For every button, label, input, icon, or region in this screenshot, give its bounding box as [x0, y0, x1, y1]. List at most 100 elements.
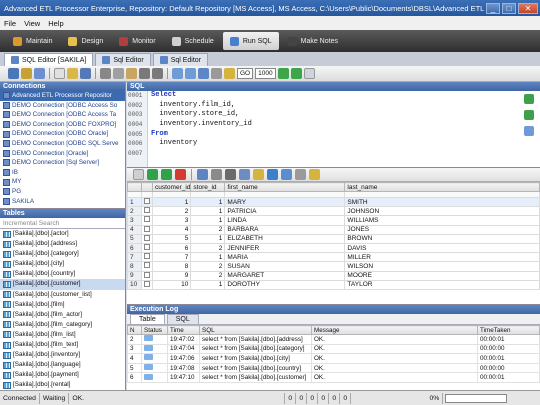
connection-item[interactable]: DEMO Connection [Sql Server]: [0, 158, 125, 168]
connection-item[interactable]: DEMO Connection [ODBC Oracle]: [0, 129, 125, 139]
connection-item[interactable]: DEMO Connection [ODBC SQL Serve: [0, 139, 125, 149]
row-checkbox[interactable]: [141, 270, 153, 281]
cell-first-name[interactable]: MARGARET: [224, 270, 346, 281]
connection-item[interactable]: DEMO Connection [Oracle]: [0, 149, 125, 159]
incremental-search-input[interactable]: Incremental Search: [0, 218, 125, 229]
row-checkbox[interactable]: [141, 224, 153, 235]
cell-last-name[interactable]: WILLIAMS: [344, 215, 540, 226]
cell-first-name[interactable]: JENNIFER: [224, 242, 346, 254]
options-icon[interactable]: [303, 68, 315, 79]
print-icon[interactable]: [239, 169, 250, 180]
table-row[interactable]: 6 6 2 JENNIFER DAVIS: [127, 242, 540, 254]
table-list-item[interactable]: [Sakila].[dbo].[film_actor]: [0, 310, 125, 320]
doc-tab-sql-editor[interactable]: Sql Editor: [152, 53, 209, 66]
save-icon[interactable]: [34, 68, 45, 79]
cell-last-name[interactable]: DAVIS: [344, 242, 540, 254]
copy-icon[interactable]: [113, 68, 124, 79]
row-checkbox[interactable]: [141, 261, 153, 272]
tab-make-notes[interactable]: Make Notes: [281, 32, 345, 50]
grid-settings-icon[interactable]: [197, 169, 208, 180]
arrow-up-icon[interactable]: [524, 94, 534, 104]
cell-customer-id[interactable]: 1: [151, 196, 192, 208]
new-icon[interactable]: [54, 68, 65, 79]
checkbox-icon[interactable]: [144, 198, 150, 205]
table-list-item[interactable]: [Sakila].[dbo].[actor]: [0, 229, 125, 239]
grid-new-icon[interactable]: [133, 169, 144, 180]
row-checkbox[interactable]: [141, 215, 153, 226]
cell-last-name[interactable]: WILSON: [344, 261, 540, 272]
undo-icon[interactable]: [139, 68, 150, 79]
execute-all-icon[interactable]: [290, 68, 302, 79]
menu-file[interactable]: File: [4, 19, 16, 28]
checkbox-icon[interactable]: [144, 244, 150, 251]
columns-icon[interactable]: [281, 169, 292, 180]
find-icon[interactable]: [172, 68, 183, 79]
checkbox-icon[interactable]: [144, 271, 150, 278]
cell-last-name[interactable]: SMITH: [344, 196, 540, 208]
replace-icon[interactable]: [185, 68, 196, 79]
table-list-item[interactable]: [Sakila].[dbo].[customer_list]: [0, 290, 125, 300]
table-list-item[interactable]: [Sakila].[dbo].[film]: [0, 300, 125, 310]
cell-customer-id[interactable]: 6: [151, 242, 192, 254]
cell-store-id[interactable]: 2: [190, 224, 226, 235]
cell-customer-id[interactable]: 9: [151, 270, 192, 281]
cell-customer-id[interactable]: 7: [151, 252, 192, 263]
log-column-header[interactable]: Time: [167, 325, 200, 335]
column-header[interactable]: last_name: [344, 182, 540, 192]
table-row[interactable]: 1 1 1 MARY SMITH: [127, 196, 540, 208]
cell-store-id[interactable]: 1: [190, 206, 226, 217]
folder-icon[interactable]: [67, 68, 78, 79]
connection-item[interactable]: Advanced ETL Processor Repositor: [0, 91, 125, 101]
clipboard-icon[interactable]: [524, 126, 534, 136]
sql-code-area[interactable]: Select inventory.film_id, inventory.stor…: [151, 91, 506, 159]
table-list-item[interactable]: [Sakila].[dbo].[payment]: [0, 370, 125, 380]
row-checkbox[interactable]: [141, 252, 153, 263]
doc-tab-sql-editor[interactable]: Sql Editor: [95, 53, 151, 66]
tab-monitor[interactable]: Monitor: [112, 32, 162, 50]
checkbox-icon[interactable]: [144, 253, 150, 260]
cell-customer-id[interactable]: 2: [151, 206, 192, 217]
connection-item[interactable]: SAKILA: [0, 197, 125, 207]
connection-item[interactable]: MY: [0, 177, 125, 187]
import-icon[interactable]: [267, 169, 278, 180]
table-list-item[interactable]: [Sakila].[dbo].[film_category]: [0, 320, 125, 330]
grid-view-icon[interactable]: [295, 169, 306, 180]
table-list-item[interactable]: [Sakila].[dbo].[country]: [0, 269, 125, 279]
cut-icon[interactable]: [100, 68, 111, 79]
cell-last-name[interactable]: JOHNSON: [344, 206, 540, 217]
cell-first-name[interactable]: MARIA: [224, 252, 346, 263]
row-checkbox[interactable]: [141, 279, 153, 290]
table-list-item[interactable]: [Sakila].[dbo].[address]: [0, 239, 125, 249]
cell-customer-id[interactable]: 3: [151, 215, 192, 226]
checkbox-icon[interactable]: [144, 280, 150, 287]
go-select[interactable]: GO: [237, 68, 254, 79]
tab-maintain[interactable]: Maintain: [6, 32, 59, 50]
connection-item[interactable]: PG: [0, 187, 125, 197]
chart-icon[interactable]: [309, 169, 320, 180]
cell-first-name[interactable]: LINDA: [224, 215, 346, 226]
tab-schedule[interactable]: Schedule: [165, 32, 221, 50]
table-list-item[interactable]: [Sakila].[dbo].[rental]: [0, 380, 125, 390]
connect-icon[interactable]: [8, 68, 19, 79]
tab-design[interactable]: Design: [61, 32, 110, 50]
format-icon[interactable]: [198, 68, 209, 79]
checkbox-icon[interactable]: [144, 216, 150, 223]
table-row[interactable]: 4 4 2 BARBARA JONES: [127, 224, 540, 235]
arrow-down-icon[interactable]: [524, 110, 534, 120]
table-list-item[interactable]: [Sakila].[dbo].[city]: [0, 259, 125, 269]
table-list-item[interactable]: [Sakila].[dbo].[language]: [0, 360, 125, 370]
cell-last-name[interactable]: TAYLOR: [344, 279, 540, 290]
checkbox-icon[interactable]: [144, 234, 150, 241]
table-row[interactable]: 3 3 1 LINDA WILLIAMS: [127, 215, 540, 226]
cell-last-name[interactable]: JONES: [344, 224, 540, 235]
cell-store-id[interactable]: 1: [190, 196, 226, 208]
cell-last-name[interactable]: MOORE: [344, 270, 540, 281]
comment-icon[interactable]: [224, 68, 235, 79]
checkbox-icon[interactable]: [144, 225, 150, 232]
table-row[interactable]: 10 10 1 DOROTHY TAYLOR: [127, 279, 540, 290]
tab-run-sql[interactable]: Run SQL: [222, 32, 279, 50]
row-checkbox[interactable]: [141, 233, 153, 244]
cell-store-id[interactable]: 2: [190, 242, 226, 254]
table-list-item[interactable]: [Sakila].[dbo].[customer]: [0, 279, 125, 290]
redo-icon[interactable]: [152, 68, 163, 79]
